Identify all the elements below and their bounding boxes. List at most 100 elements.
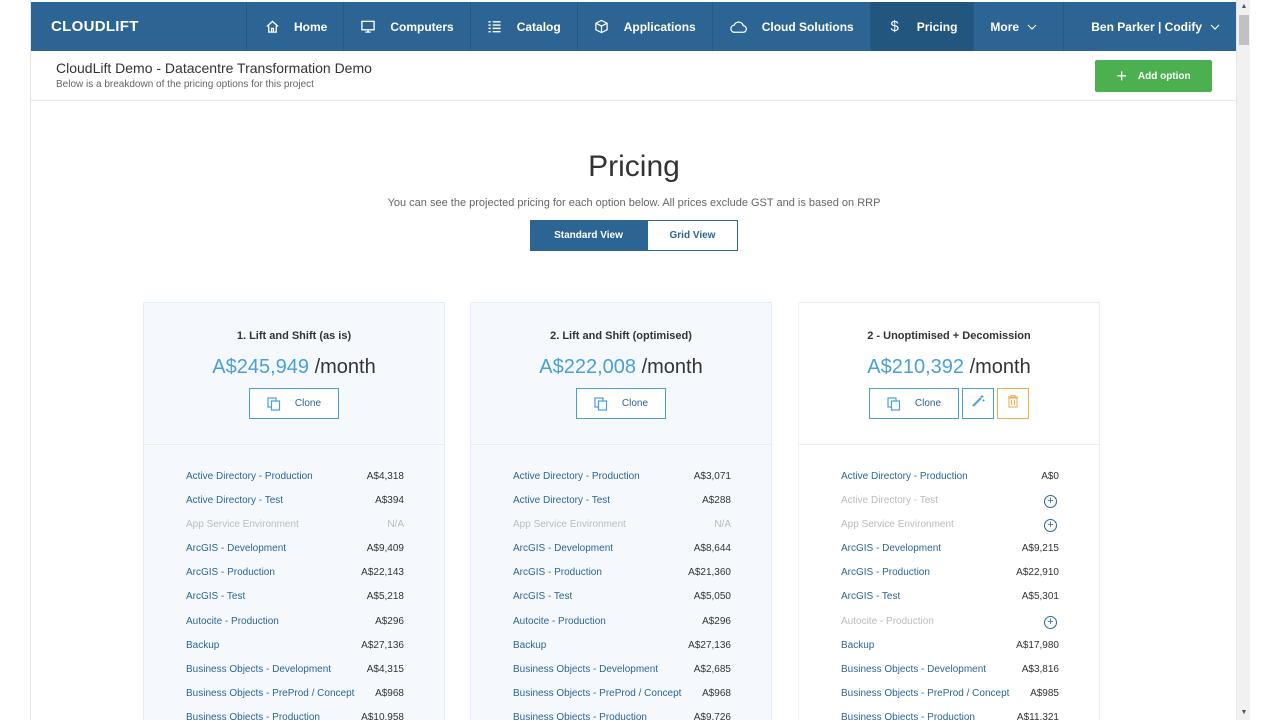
line-item-label[interactable]: Active Directory - Production bbox=[841, 471, 968, 482]
line-item-label[interactable]: Active Directory - Production bbox=[186, 471, 313, 482]
line-item-value: A$394 bbox=[375, 495, 404, 507]
line-item-label[interactable]: Business Objects - Production bbox=[513, 712, 647, 720]
line-item-label[interactable]: ArcGIS - Development bbox=[513, 543, 613, 554]
line-item-label[interactable]: Business Objects - Development bbox=[513, 664, 658, 675]
scrollbar-thumb[interactable] bbox=[1239, 15, 1249, 45]
pricing-heading: Pricing bbox=[588, 150, 680, 183]
chevron-down-icon bbox=[1210, 24, 1220, 30]
user-menu[interactable]: Ben Parker | Codify bbox=[1063, 2, 1236, 51]
line-item-row: ArcGIS - Development A$9,409 bbox=[186, 541, 404, 565]
line-item-value: A$5,301 bbox=[1021, 591, 1059, 603]
line-item-value: A$17,980 bbox=[1016, 639, 1059, 651]
add-circle-icon[interactable]: + bbox=[1044, 495, 1057, 509]
line-item-label[interactable]: Business Objects - PreProd / Concept bbox=[841, 688, 1009, 699]
nav-cloud-solutions[interactable]: Cloud Solutions bbox=[711, 2, 870, 51]
line-item-value: A$296 bbox=[702, 615, 731, 627]
line-item-value: A$968 bbox=[375, 687, 404, 699]
standard-view-button[interactable]: Standard View bbox=[530, 220, 647, 251]
scroll-down-icon[interactable]: ▼ bbox=[1237, 706, 1251, 720]
line-item-row: Business Objects - Development A$2,685 bbox=[513, 662, 731, 686]
line-item-row: Business Objects - Production A$9,726 bbox=[513, 710, 731, 720]
add-option-button[interactable]: + Add option bbox=[1095, 60, 1212, 92]
line-item-row: Backup A$27,136 bbox=[186, 638, 404, 662]
line-item-row: Business Objects - PreProd / Concept A$96… bbox=[186, 686, 404, 710]
line-item-label[interactable]: Active Directory - Production bbox=[513, 471, 640, 482]
page: CLOUDLIFT Home Computers Catalog Applica… bbox=[0, 0, 1280, 720]
line-item-row: ArcGIS - Development A$8,644 bbox=[513, 541, 731, 565]
magic-wand-icon bbox=[971, 394, 985, 413]
brand-logo[interactable]: CLOUDLIFT bbox=[31, 2, 246, 51]
line-item-label[interactable]: ArcGIS - Test bbox=[186, 591, 245, 602]
line-item-label[interactable]: Active Directory - Test bbox=[186, 495, 283, 506]
line-item-label[interactable]: Business Objects - Development bbox=[186, 664, 331, 675]
line-item-label[interactable]: Business Objects - Production bbox=[841, 712, 975, 720]
line-item-label[interactable]: Autocite - Production bbox=[186, 616, 279, 627]
line-item-row: Active Directory - Production A$4,318 bbox=[186, 469, 404, 493]
line-item-label[interactable]: Business Objects - PreProd / Concept bbox=[513, 688, 681, 699]
line-item-label[interactable]: ArcGIS - Test bbox=[513, 591, 572, 602]
option-line-items: Active Directory - Production A$0 Active D… bbox=[841, 469, 1059, 720]
line-item-value: A$296 bbox=[375, 615, 404, 627]
line-item-row: Business Objects - PreProd / Concept A$96… bbox=[513, 686, 731, 710]
nav-more[interactable]: More bbox=[973, 2, 1051, 51]
nav-computers-label: Computers bbox=[390, 19, 454, 34]
line-item-label[interactable]: ArcGIS - Production bbox=[513, 567, 602, 578]
home-icon bbox=[264, 19, 280, 35]
line-item-value: A$4,315 bbox=[366, 663, 404, 675]
line-item-label[interactable]: Business Objects - Production bbox=[186, 712, 320, 720]
user-menu-label: Ben Parker | Codify bbox=[1091, 19, 1202, 34]
add-option-label: Add option bbox=[1137, 70, 1191, 82]
add-circle-icon[interactable]: + bbox=[1044, 519, 1057, 533]
line-item-label[interactable]: Business Objects - PreProd / Concept bbox=[186, 688, 354, 699]
view-toggle: Standard View Grid View bbox=[530, 220, 738, 251]
line-item-label[interactable]: ArcGIS - Production bbox=[186, 567, 275, 578]
clone-button[interactable]: Clone bbox=[249, 388, 339, 419]
add-circle-icon[interactable]: + bbox=[1044, 615, 1057, 629]
trash-icon bbox=[1007, 394, 1019, 413]
line-item-row: Active Directory - Test A$394 bbox=[186, 493, 404, 517]
line-item-value: A$27,136 bbox=[361, 639, 404, 651]
clone-button[interactable]: Clone bbox=[869, 388, 959, 419]
line-item-value: A$9,726 bbox=[693, 711, 731, 720]
line-item-row: Business Objects - PreProd / Concept A$98… bbox=[841, 686, 1059, 710]
line-item-label[interactable]: ArcGIS - Development bbox=[841, 543, 941, 554]
nav-catalog[interactable]: Catalog bbox=[469, 2, 577, 51]
clone-button[interactable]: Clone bbox=[576, 388, 666, 419]
line-item-label[interactable]: Backup bbox=[841, 640, 874, 651]
magic-wand-button[interactable] bbox=[962, 388, 994, 419]
chevron-down-icon bbox=[1027, 24, 1037, 30]
line-item-row: Active Directory - Production A$3,071 bbox=[513, 469, 731, 493]
line-item-label[interactable]: Backup bbox=[186, 640, 219, 651]
copy-icon bbox=[594, 396, 608, 411]
line-item-label[interactable]: ArcGIS - Test bbox=[841, 591, 900, 602]
monitor-icon bbox=[360, 19, 376, 35]
delete-button[interactable] bbox=[997, 388, 1029, 419]
line-item-row: ArcGIS - Development A$9,215 bbox=[841, 541, 1059, 565]
nav-pricing[interactable]: $ Pricing bbox=[869, 2, 974, 51]
option-price-period: /month bbox=[641, 356, 703, 378]
line-item-label[interactable]: ArcGIS - Development bbox=[186, 543, 286, 554]
copy-icon bbox=[267, 396, 281, 411]
option-price: A$222,008 /month bbox=[471, 356, 771, 379]
nav-computers[interactable]: Computers bbox=[343, 2, 469, 51]
scroll-up-icon[interactable]: ▲ bbox=[1237, 0, 1251, 14]
grid-view-button[interactable]: Grid View bbox=[647, 220, 738, 251]
line-item-label[interactable]: Backup bbox=[513, 640, 546, 651]
line-item-row: Active Directory - Test + bbox=[841, 493, 1059, 517]
line-item-value: A$11,321 bbox=[1016, 711, 1059, 720]
line-item-row: App Service Environment N/A bbox=[186, 517, 404, 541]
line-item-label[interactable]: Active Directory - Test bbox=[513, 495, 610, 506]
project-title: CloudLift Demo - Datacentre Transformati… bbox=[56, 60, 372, 76]
nav-more-label: More bbox=[990, 19, 1020, 34]
option-price-amount: A$210,392 bbox=[867, 356, 965, 378]
line-item-row: Business Objects - Development A$4,315 bbox=[186, 662, 404, 686]
page-scrollbar[interactable]: ▲ ▼ bbox=[1236, 0, 1250, 720]
nav-home[interactable]: Home bbox=[246, 2, 343, 51]
line-item-label[interactable]: Autocite - Production bbox=[513, 616, 606, 627]
line-item-label[interactable]: ArcGIS - Production bbox=[841, 567, 930, 578]
line-item-row: Backup A$17,980 bbox=[841, 638, 1059, 662]
line-item-label[interactable]: Business Objects - Development bbox=[841, 664, 986, 675]
option-card-header: 2. Lift and Shift (optimised) A$222,008 … bbox=[471, 303, 771, 445]
option-title: 2. Lift and Shift (optimised) bbox=[550, 330, 692, 342]
nav-applications[interactable]: Applications bbox=[576, 2, 712, 51]
